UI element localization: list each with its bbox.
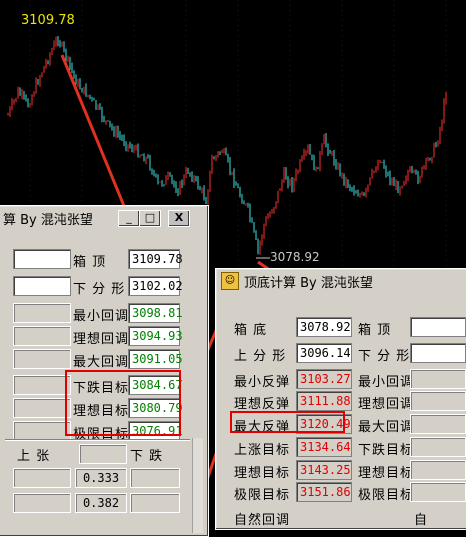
row-label: 最小反弹 — [234, 375, 291, 390]
value-field[interactable]: 3111.88 — [296, 391, 352, 411]
fib-left-box-2 — [13, 493, 71, 513]
row-label: 下 分 形 — [73, 282, 126, 297]
fib-ratio-2: 0.382 — [75, 493, 127, 513]
row-label-right: 理想回调 — [358, 397, 415, 412]
row-label: 理想回调 — [73, 332, 130, 347]
value-field[interactable]: 3134.64 — [296, 437, 352, 457]
row-label: 上 分 形 — [234, 349, 287, 364]
left-input-4[interactable] — [13, 349, 71, 369]
value-field-right[interactable] — [410, 391, 466, 411]
value-field[interactable]: 3094.93 — [128, 326, 183, 346]
row-label: 理想反弹 — [234, 397, 291, 412]
header-up: 上 张 — [17, 449, 51, 464]
up-header-box — [79, 444, 127, 464]
value-field-right[interactable] — [410, 482, 466, 502]
box-calc-window-left: 算 By 混沌张望 _ □ X 箱 顶 3109.78 下 分 形 3102.02 最小… — [0, 205, 209, 537]
row-label: 最小回调 — [73, 309, 130, 324]
maximize-button[interactable]: □ — [139, 210, 161, 227]
value-field-right[interactable] — [410, 369, 466, 389]
bottom-right-label: 自 — [414, 513, 429, 528]
value-field-right[interactable] — [410, 414, 466, 434]
low-price-label: 3078.92 — [270, 250, 320, 264]
row-label: 理想目标 — [234, 466, 291, 481]
value-field[interactable]: 3098.81 — [128, 303, 183, 323]
row-label: 极限目标 — [234, 488, 291, 503]
left-input-0[interactable] — [13, 249, 71, 269]
row-label-right: 下跌目标 — [358, 443, 415, 458]
row-label-right: 箱 顶 — [358, 323, 392, 338]
left-input-2[interactable] — [13, 303, 71, 323]
fib-right-box-2 — [130, 493, 180, 513]
value-field[interactable]: 3078.92 — [296, 317, 352, 337]
row-label-right: 极限目标 — [358, 488, 415, 503]
value-field[interactable]: 3143.25 — [296, 460, 352, 480]
value-field[interactable]: 3151.86 — [296, 482, 352, 502]
left-input-5[interactable] — [13, 375, 71, 395]
row-label-right: 最大回调 — [358, 420, 415, 435]
left-input-7[interactable] — [13, 421, 71, 441]
highlight-frame-targets — [65, 370, 181, 436]
row-label: 箱 底 — [234, 323, 268, 338]
row-label: 上涨目标 — [234, 443, 291, 458]
divider — [5, 439, 190, 441]
value-field-right[interactable] — [410, 437, 466, 457]
value-field[interactable]: 3109.78 — [128, 249, 183, 269]
window-title: 顶底计算 By 混沌张望 — [244, 276, 373, 291]
row-label: 箱 顶 — [73, 255, 107, 270]
title-bar: ☺ 顶底计算 By 混沌张望 — [218, 271, 466, 291]
fib-right-box-1 — [130, 468, 180, 488]
value-field-right[interactable] — [410, 317, 466, 337]
row-label-right: 最小回调 — [358, 375, 415, 390]
row-label: 最大回调 — [73, 355, 130, 370]
app-icon: ☺ — [221, 272, 239, 290]
box-calc-window-right: ☺ 顶底计算 By 混沌张望 箱 底 3078.92 箱 顶上 分 形 3096.14… — [215, 268, 466, 530]
value-field-right[interactable] — [410, 460, 466, 480]
left-input-3[interactable] — [13, 326, 71, 346]
left-input-1[interactable] — [13, 276, 71, 296]
close-button[interactable]: X — [168, 210, 190, 227]
header-down: 下 跌 — [130, 449, 164, 464]
value-field-right[interactable] — [410, 343, 466, 363]
value-field[interactable]: 3096.14 — [296, 343, 352, 363]
scrollbar[interactable] — [192, 438, 203, 533]
value-field[interactable]: 3091.05 — [128, 349, 183, 369]
bottom-label: 自然回调 — [234, 513, 291, 528]
value-field[interactable]: 3102.02 — [128, 276, 183, 296]
row-label-right: 下 分 形 — [358, 349, 411, 364]
window-title: 算 By 混沌张望 — [3, 213, 93, 228]
minimize-button[interactable]: _ — [118, 210, 140, 227]
row-label-right: 理想目标 — [358, 466, 415, 481]
fib-left-box-1 — [13, 468, 71, 488]
high-price-label: 3109.78 — [21, 13, 75, 28]
highlight-frame-max-rebound — [230, 411, 345, 433]
title-bar: 算 By 混沌张望 _ □ X — [0, 208, 206, 228]
value-field[interactable]: 3103.27 — [296, 369, 352, 389]
fib-ratio-1: 0.333 — [75, 468, 127, 488]
left-input-6[interactable] — [13, 398, 71, 418]
